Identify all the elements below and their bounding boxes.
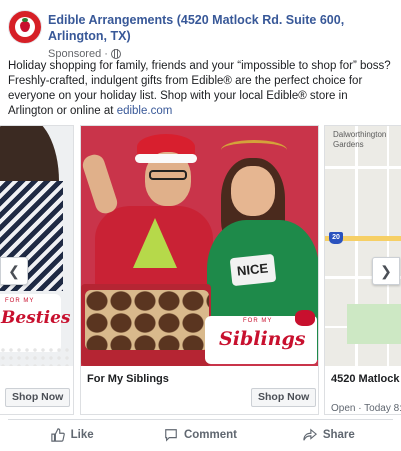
share-label: Share bbox=[322, 429, 355, 441]
like-label: Like bbox=[70, 429, 94, 441]
chevron-left-icon[interactable]: ❮ bbox=[0, 257, 28, 285]
card-subtitle: Open · Today 8: bbox=[331, 403, 401, 414]
like-button[interactable]: Like bbox=[8, 422, 136, 448]
sponsored-post: Edible Arrangements (4520 Matlock Rd. Su… bbox=[0, 0, 401, 451]
sign-text: Besties bbox=[1, 308, 71, 328]
comment-button[interactable]: Comment bbox=[136, 422, 264, 448]
post-actions: Like Comment Share bbox=[8, 422, 393, 448]
nice-badge: NICE bbox=[236, 260, 269, 279]
post-body: Holiday shopping for family, friends and… bbox=[8, 59, 394, 119]
card-image[interactable]: FOR MY Besties bbox=[0, 126, 73, 366]
thumbs-up-icon bbox=[50, 428, 65, 442]
post-header: Edible Arrangements (4520 Matlock Rd. Su… bbox=[8, 8, 393, 60]
map-image[interactable]: Dalworthington Gardens 20 bbox=[325, 126, 401, 366]
divider bbox=[8, 419, 393, 420]
card-caption: 4520 Matlock Ro bbox=[331, 373, 401, 385]
globe-icon bbox=[110, 49, 121, 59]
page-name-link[interactable]: Edible Arrangements (4520 Matlock Rd. Su… bbox=[48, 12, 388, 44]
post-body-text: Holiday shopping for family, friends and… bbox=[8, 60, 391, 117]
page-avatar[interactable] bbox=[8, 10, 42, 44]
comment-icon bbox=[165, 429, 177, 442]
carousel-card-siblings[interactable]: NICE FOR MY Siblings For My Siblings Sho… bbox=[80, 125, 319, 415]
card-image[interactable]: NICE FOR MY Siblings bbox=[81, 126, 318, 366]
tag-text: Siblings bbox=[219, 328, 306, 350]
share-icon bbox=[303, 428, 317, 441]
shop-now-button[interactable]: Shop Now bbox=[5, 388, 71, 407]
tag-small-text: FOR MY bbox=[243, 318, 273, 324]
interstate-shield-icon: 20 bbox=[329, 232, 343, 244]
ad-carousel: FOR MY Besties Shop Now NICE FOR MY Sibl… bbox=[0, 125, 401, 417]
chevron-right-icon[interactable]: ❯ bbox=[372, 257, 400, 285]
card-caption: For My Siblings bbox=[87, 373, 169, 385]
comment-label: Comment bbox=[183, 429, 237, 441]
share-button[interactable]: Share bbox=[265, 422, 393, 448]
map-label: Dalworthington Gardens bbox=[333, 130, 387, 149]
edible-link[interactable]: edible.com bbox=[117, 105, 173, 117]
shop-now-button[interactable]: Shop Now bbox=[251, 388, 317, 407]
sign-small-text: FOR MY bbox=[5, 298, 35, 304]
